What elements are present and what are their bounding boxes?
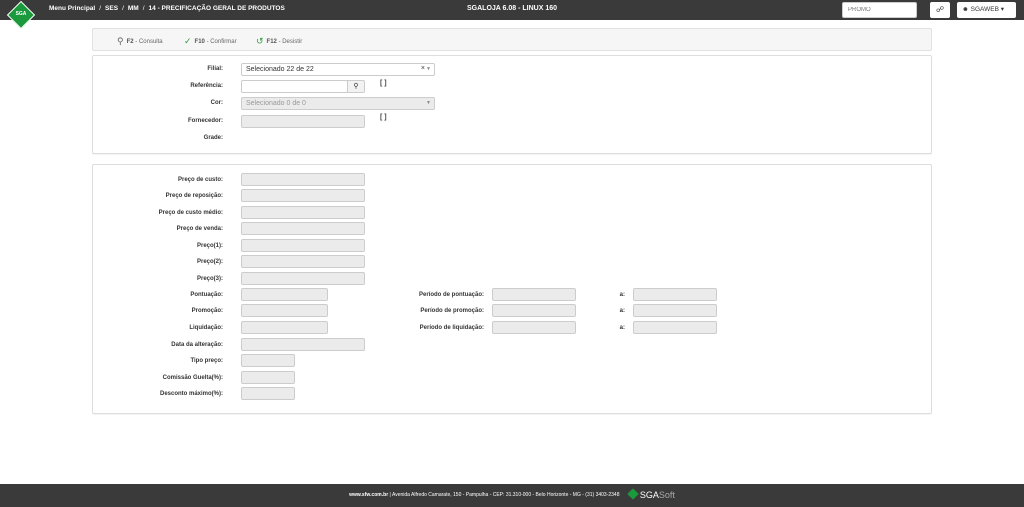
user-cog-icon: ☻	[962, 6, 969, 13]
liquidacao-label: Liquidação:	[189, 325, 223, 331]
clear-icon[interactable]: ×	[421, 65, 425, 72]
preco-venda-field	[241, 222, 365, 235]
preco-custo-field	[241, 173, 365, 186]
preco3-field	[241, 272, 365, 285]
preco3-label: Preço(3):	[196, 276, 223, 282]
breadcrumb-ses[interactable]: SES	[105, 5, 118, 12]
desistir-button[interactable]: ↺ F12 - Desistir	[256, 36, 302, 47]
tipo-preco-label: Tipo preço:	[190, 358, 223, 364]
breadcrumb-separator: /	[142, 5, 145, 12]
cor-value: Selecionado 0 de 0	[246, 100, 306, 107]
headset-icon: ☍	[935, 5, 945, 14]
preco-reposicao-label: Preço de reposição:	[165, 193, 223, 199]
grade-label: Grade:	[203, 135, 223, 141]
top-bar: SGA Menu Principal / SES / MM/14 - PRECIFICA…	[0, 0, 1024, 30]
preco1-label: Preço(1):	[196, 243, 223, 249]
fornecedor-bracket: [ ]	[380, 114, 387, 121]
sgasoft-logo: SGASoft	[627, 488, 675, 500]
footer-line: www.sfw.com.br | Avenida Alfredo Camarat…	[0, 488, 1024, 500]
undo-icon: ↺	[256, 36, 264, 46]
desistir-key: F12	[266, 39, 277, 45]
user-label: SGAWEB	[970, 6, 999, 13]
breadcrumb-menu-principal[interactable]: Menu Principal	[49, 5, 95, 12]
periodo-pontuacao-start-field	[492, 288, 576, 301]
filial-value: Selecionado 22 de 22	[246, 66, 314, 73]
sgasoft-brand-a: SGA	[639, 490, 659, 500]
confirmar-key: F10	[194, 39, 205, 45]
breadcrumb-mm[interactable]: MM	[128, 5, 139, 12]
comissao-field	[241, 371, 295, 384]
periodo-promocao-label: Período de promoção:	[420, 308, 484, 314]
breadcrumb-separator: /	[99, 5, 102, 12]
pontuacao-label: Pontuação:	[190, 292, 223, 298]
periodo-liquidacao-label: Período de liquidação:	[419, 325, 484, 331]
data-alteracao-field	[241, 338, 365, 351]
footer-site-link[interactable]: www.sfw.com.br	[349, 492, 388, 498]
desistir-label: - Desistir	[278, 39, 303, 45]
filial-select[interactable]: Selecionado 22 de 22 × ▼	[241, 63, 435, 76]
breadcrumb-current-page: 14 - PRECIFICAÇÃO GERAL DE PRODUTOS	[148, 5, 285, 12]
periodo-promocao-end-field	[633, 304, 717, 317]
periodo-liquidacao-a-label: a:	[619, 325, 625, 331]
confirmar-button[interactable]: ✓ F10 - Confirmar	[184, 36, 237, 47]
referencia-label: Referência:	[190, 83, 223, 89]
pontuacao-field	[241, 288, 328, 301]
consulta-key: F2	[126, 39, 134, 45]
logo-text: SGA	[15, 11, 27, 17]
periodo-pontuacao-label: Período de pontuação:	[418, 292, 484, 298]
preco2-label: Preço(2):	[196, 259, 223, 265]
preco-custo-label: Preço de custo:	[177, 177, 223, 183]
preco2-field	[241, 255, 365, 268]
chevron-down-icon: ▼	[426, 66, 431, 72]
referencia-bracket: [ ]	[380, 80, 387, 87]
tipo-preco-field	[241, 354, 295, 367]
preco-venda-label: Preço de venda:	[176, 226, 223, 232]
data-alteracao-label: Data da alteração:	[171, 342, 223, 348]
promocao-field	[241, 304, 328, 317]
desconto-field	[241, 387, 295, 400]
breadcrumb-separator: /	[122, 5, 124, 12]
confirmar-label: - Confirmar	[206, 39, 237, 45]
check-icon: ✓	[184, 36, 192, 46]
search-icon: ⚲	[117, 36, 124, 46]
fornecedor-input[interactable]	[241, 115, 365, 128]
promocao-label: Promoção:	[191, 308, 223, 314]
prices-panel: Preço de custo: Preço de reposição: Preç…	[92, 164, 932, 414]
sga-logo[interactable]: SGA	[6, 0, 36, 30]
breadcrumb: Menu Principal / SES / MM/14 - PRECIFICAÇÃO …	[49, 5, 285, 12]
periodo-promocao-start-field	[492, 304, 576, 317]
periodo-pontuacao-a-label: a:	[619, 292, 625, 298]
preco-custo-medio-label: Preço de custo médio:	[158, 210, 223, 216]
filter-panel: Filial: Selecionado 22 de 22 × ▼ Referên…	[92, 55, 932, 154]
caret-down-icon: ▾	[1000, 6, 1005, 13]
periodo-pontuacao-end-field	[633, 288, 717, 301]
consulta-label: - Consulta	[135, 39, 163, 45]
user-menu-button[interactable]: ☻ SGAWEB ▾	[957, 2, 1016, 18]
search-icon: ⚲	[353, 83, 359, 90]
sgasoft-brand-b: Soft	[658, 490, 675, 500]
preco-reposicao-field	[241, 189, 365, 202]
periodo-liquidacao-start-field	[492, 321, 576, 334]
consulta-button[interactable]: ⚲ F2 - Consulta	[117, 36, 163, 47]
liquidacao-field	[241, 321, 328, 334]
preco-custo-medio-field	[241, 206, 365, 219]
comissao-label: Comissão Guelta(%):	[162, 375, 223, 381]
periodo-liquidacao-end-field	[633, 321, 717, 334]
footer-address: | Avenida Alfredo Camarate, 150 - Pampul…	[389, 492, 620, 498]
cor-label: Cor:	[210, 100, 223, 106]
action-toolbar: ⚲ F2 - Consulta ✓ F10 - Confirmar ↺ F12 - D…	[92, 28, 932, 51]
promo-input[interactable]	[842, 2, 917, 18]
referencia-search-button[interactable]: ⚲	[347, 80, 365, 93]
preco1-field	[241, 239, 365, 252]
footer: www.sfw.com.br | Avenida Alfredo Camarat…	[0, 484, 1024, 507]
filial-label: Filial:	[207, 66, 223, 72]
sgasoft-mark-icon	[627, 488, 639, 500]
referencia-input[interactable]	[241, 80, 348, 93]
fornecedor-label: Fornecedor:	[187, 118, 223, 124]
help-button[interactable]: ☍	[930, 2, 950, 18]
cor-select[interactable]: Selecionado 0 de 0 ▼	[241, 97, 435, 110]
desconto-label: Desconto máximo(%):	[159, 391, 223, 397]
periodo-promocao-a-label: a:	[619, 308, 625, 314]
chevron-down-icon: ▼	[426, 100, 431, 106]
